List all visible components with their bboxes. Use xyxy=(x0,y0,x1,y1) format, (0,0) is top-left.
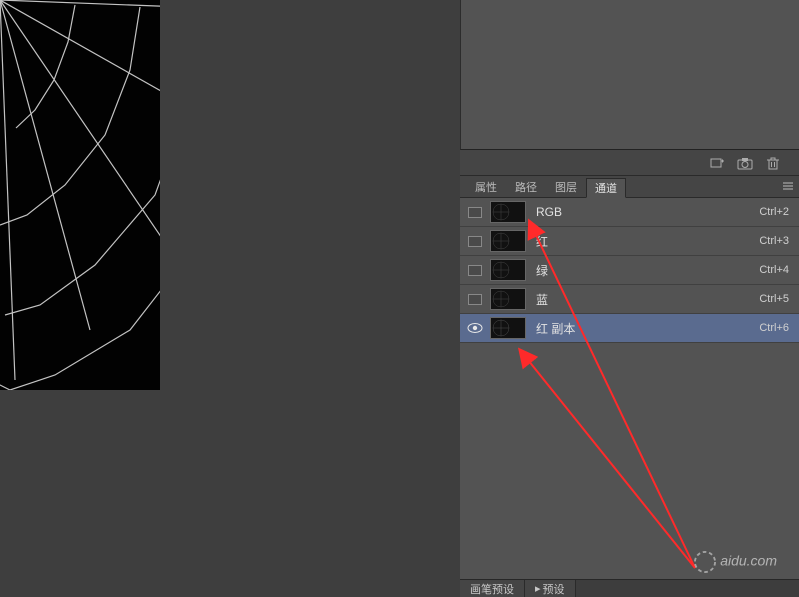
new-adjustment-icon[interactable] xyxy=(709,155,725,171)
channel-row-red[interactable]: 红 Ctrl+3 xyxy=(460,227,799,256)
presets-label: 预设 xyxy=(543,581,565,597)
channel-row-blue[interactable]: 蓝 Ctrl+5 xyxy=(460,285,799,314)
tab-paths[interactable]: 路径 xyxy=(506,177,546,197)
channel-thumb xyxy=(490,288,526,310)
visibility-toggle[interactable] xyxy=(468,236,482,247)
bottom-presets-bar: 画笔预设 ▸预设 xyxy=(460,579,799,597)
channel-name: 蓝 xyxy=(536,291,759,308)
channel-shortcut: Ctrl+6 xyxy=(759,322,789,334)
spiderweb-artwork xyxy=(0,0,160,390)
visibility-toggle[interactable] xyxy=(468,207,482,218)
watermark-logo-icon xyxy=(694,551,716,573)
channel-row-green[interactable]: 绿 Ctrl+4 xyxy=(460,256,799,285)
channel-row-rgb[interactable]: RGB Ctrl+2 xyxy=(460,198,799,227)
channel-shortcut: Ctrl+4 xyxy=(759,264,789,276)
channel-shortcut: Ctrl+2 xyxy=(759,206,789,218)
tab-channels[interactable]: 通道 xyxy=(586,178,626,198)
panel-menu-icon[interactable] xyxy=(781,179,795,193)
panel-tabs: 属性 路径 图层 通道 xyxy=(460,176,799,198)
channel-thumb xyxy=(490,259,526,281)
artwork-canvas xyxy=(0,0,160,390)
tab-brush-presets[interactable]: 画笔预设 xyxy=(460,580,525,597)
channel-thumb xyxy=(490,201,526,223)
tab-layers[interactable]: 图层 xyxy=(546,177,586,197)
channel-name: 绿 xyxy=(536,262,759,279)
trash-icon[interactable] xyxy=(765,155,781,171)
visibility-toggle[interactable] xyxy=(468,265,482,276)
camera-icon[interactable] xyxy=(737,155,753,171)
visibility-toggle[interactable] xyxy=(468,294,482,305)
tab-properties[interactable]: 属性 xyxy=(466,177,506,197)
panel-actions-strip xyxy=(460,150,799,176)
channels-panel: RGB Ctrl+2 红 Ctrl+3 绿 Ctrl+4 蓝 Ctrl+5 xyxy=(460,198,799,579)
channel-name: 红 xyxy=(536,233,759,250)
channel-thumb xyxy=(490,230,526,252)
watermark: aidu.com xyxy=(694,551,777,573)
canvas-area[interactable] xyxy=(0,0,460,597)
upper-docked-panel xyxy=(460,0,799,150)
tab-presets[interactable]: ▸预设 xyxy=(525,580,576,597)
watermark-text: aidu.com xyxy=(720,553,777,569)
channel-name: 红 副本 xyxy=(536,320,759,337)
eye-icon[interactable] xyxy=(467,323,483,333)
channel-shortcut: Ctrl+3 xyxy=(759,235,789,247)
channel-thumb xyxy=(490,317,526,339)
channel-row-red-copy[interactable]: 红 副本 Ctrl+6 xyxy=(460,314,799,343)
channel-shortcut: Ctrl+5 xyxy=(759,293,789,305)
channel-name: RGB xyxy=(536,205,759,219)
